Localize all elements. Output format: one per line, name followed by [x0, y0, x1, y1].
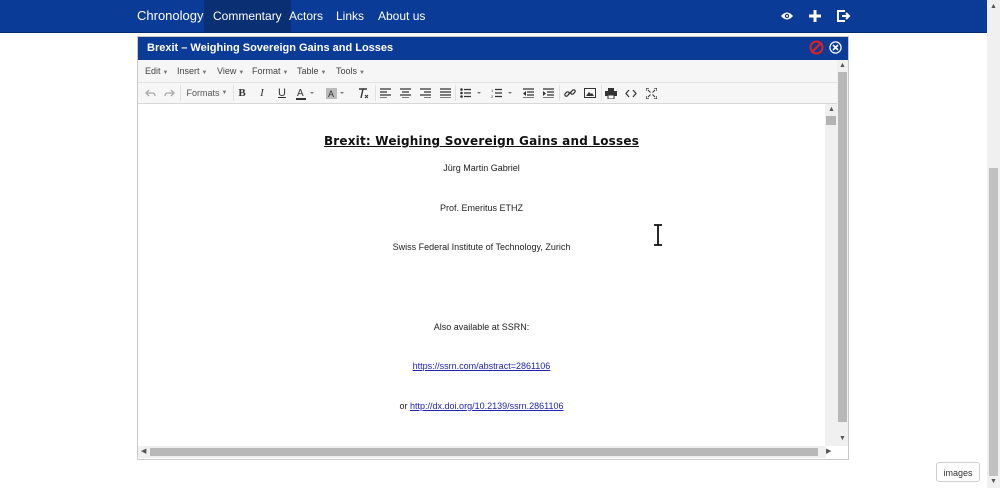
- menu-tools[interactable]: Tools ▼: [336, 60, 365, 83]
- toolbar-separator: [559, 85, 560, 101]
- plus-icon[interactable]: [807, 8, 823, 24]
- content-vertical-scrollbar[interactable]: ▲: [825, 104, 837, 446]
- content-scroll-thumb[interactable]: [826, 116, 836, 125]
- dialog-scroll-thumb[interactable]: [838, 72, 847, 422]
- menu-view[interactable]: View ▼: [217, 60, 244, 83]
- chevron-down-icon: ▼: [221, 90, 228, 96]
- align-center-icon[interactable]: [398, 85, 412, 101]
- svg-text:A: A: [297, 88, 304, 99]
- toolbar-separator: [375, 85, 376, 101]
- document-author: Jürg Martin Gabriel: [443, 163, 520, 173]
- close-icon[interactable]: [828, 40, 843, 55]
- bold-icon[interactable]: B: [236, 85, 248, 101]
- dialog-vertical-scrollbar[interactable]: ▲ ▼: [837, 60, 848, 446]
- chevron-down-icon: ▼: [359, 70, 365, 76]
- eye-icon[interactable]: [779, 8, 795, 24]
- nav-about-us[interactable]: About us: [369, 0, 434, 32]
- undo-icon[interactable]: [143, 85, 157, 101]
- clear-formatting-icon[interactable]: [356, 85, 370, 101]
- editor-dialog: Brexit – Weighing Sovereign Gains and Lo…: [137, 36, 849, 460]
- ssrn-link[interactable]: https://ssrn.com/abstract=2861106: [413, 361, 551, 371]
- editor-content[interactable]: Brexit: Weighing Sovereign Gains and Los…: [138, 104, 825, 446]
- scroll-up-arrow-icon[interactable]: ▲: [828, 105, 835, 115]
- toolbar-separator: [455, 85, 456, 101]
- menu-edit[interactable]: Edit ▼: [145, 60, 168, 83]
- toolbar-separator: [233, 85, 234, 101]
- link-icon[interactable]: [563, 85, 577, 101]
- menu-tools-label: Tools: [336, 66, 358, 76]
- ssrn-link-line: https://ssrn.com/abstract=2861106: [138, 361, 825, 371]
- scroll-up-arrow-icon[interactable]: ▲: [990, 2, 997, 12]
- document-position: Prof. Emeritus ETHZ: [439, 203, 523, 213]
- menu-table-label: Table: [297, 66, 319, 76]
- or-text: or: [399, 401, 408, 411]
- toolbar-separator: [601, 85, 602, 101]
- chevron-down-icon: ▼: [320, 70, 327, 76]
- text-cursor-icon: [652, 224, 664, 246]
- page-vertical-scrollbar[interactable]: ▲ ▼: [987, 0, 1000, 488]
- chevron-down-icon: ▼: [201, 70, 208, 76]
- document-available-text: Also available at SSRN:: [433, 322, 530, 332]
- logout-icon[interactable]: [836, 8, 852, 24]
- fullscreen-icon[interactable]: [644, 85, 658, 101]
- outdent-icon[interactable]: [521, 85, 535, 101]
- scroll-down-arrow-icon[interactable]: ▼: [990, 477, 997, 487]
- doi-link[interactable]: http://dx.doi.org/10.2139/ssrn.2861106: [410, 401, 563, 411]
- background-color-icon[interactable]: A: [325, 85, 347, 101]
- align-left-icon[interactable]: [378, 85, 392, 101]
- menu-edit-label: Edit: [145, 66, 161, 76]
- horizontal-scroll-thumb[interactable]: [150, 448, 818, 456]
- svg-text:1: 1: [491, 88, 494, 93]
- document-institution: Swiss Federal Institute of Technology, Z…: [392, 242, 571, 252]
- indent-icon[interactable]: [541, 85, 555, 101]
- nav-links[interactable]: Links: [327, 0, 373, 32]
- brand-link[interactable]: Chronology: [137, 0, 204, 32]
- menu-insert-label: Insert: [177, 66, 200, 76]
- formats-dropdown[interactable]: Formats ▼: [185, 85, 229, 101]
- align-right-icon[interactable]: [418, 85, 432, 101]
- scroll-left-arrow-icon[interactable]: ◀: [141, 447, 146, 457]
- menu-view-label: View: [217, 66, 237, 76]
- cancel-icon[interactable]: [809, 40, 824, 55]
- scroll-down-arrow-icon[interactable]: ▼: [839, 434, 846, 444]
- chevron-down-icon: ▼: [282, 70, 289, 76]
- source-code-icon[interactable]: [624, 85, 638, 101]
- dialog-title: Brexit – Weighing Sovereign Gains and Lo…: [138, 37, 848, 60]
- formats-label: Formats: [186, 88, 220, 98]
- menu-format[interactable]: Format ▼: [252, 60, 288, 83]
- numbered-list-icon[interactable]: 12: [490, 85, 516, 101]
- italic-icon[interactable]: I: [256, 85, 268, 101]
- document-title: Brexit: Weighing Sovereign Gains and Los…: [323, 134, 640, 148]
- menubar: Edit ▼ Insert ▼ View ▼ Format ▼ Table ▼ Tools…: [138, 60, 848, 83]
- toolbar-separator: [180, 85, 181, 101]
- nav-commentary[interactable]: Commentary: [204, 0, 291, 32]
- images-button[interactable]: images: [936, 462, 980, 482]
- image-icon[interactable]: [583, 85, 597, 101]
- menu-format-label: Format: [252, 66, 281, 76]
- doi-link-line: or http://dx.doi.org/10.2139/ssrn.286110…: [138, 401, 825, 411]
- editor-toolbar: Formats ▼ B I U A A 12: [138, 83, 848, 104]
- chevron-down-icon: ▼: [162, 70, 169, 76]
- scroll-right-arrow-icon[interactable]: ▶: [826, 447, 831, 457]
- menu-insert[interactable]: Insert ▼: [177, 60, 207, 83]
- svg-text:A: A: [328, 89, 334, 99]
- underline-icon[interactable]: U: [276, 85, 288, 101]
- nav-actors[interactable]: Actors: [280, 0, 332, 32]
- page-scroll-thumb[interactable]: [989, 168, 998, 476]
- horizontal-scrollbar[interactable]: ◀ ▶: [138, 446, 831, 458]
- align-justify-icon[interactable]: [438, 85, 452, 101]
- print-icon[interactable]: [604, 85, 618, 101]
- redo-icon[interactable]: [162, 85, 176, 101]
- scroll-up-arrow-icon[interactable]: ▲: [839, 61, 846, 71]
- text-color-icon[interactable]: A: [295, 85, 317, 101]
- top-navbar: Chronology Commentary Actors Links About…: [0, 0, 987, 33]
- bullet-list-icon[interactable]: [459, 85, 485, 101]
- menu-table[interactable]: Table ▼: [297, 60, 326, 83]
- chevron-down-icon: ▼: [238, 70, 245, 76]
- svg-text:2: 2: [491, 94, 494, 98]
